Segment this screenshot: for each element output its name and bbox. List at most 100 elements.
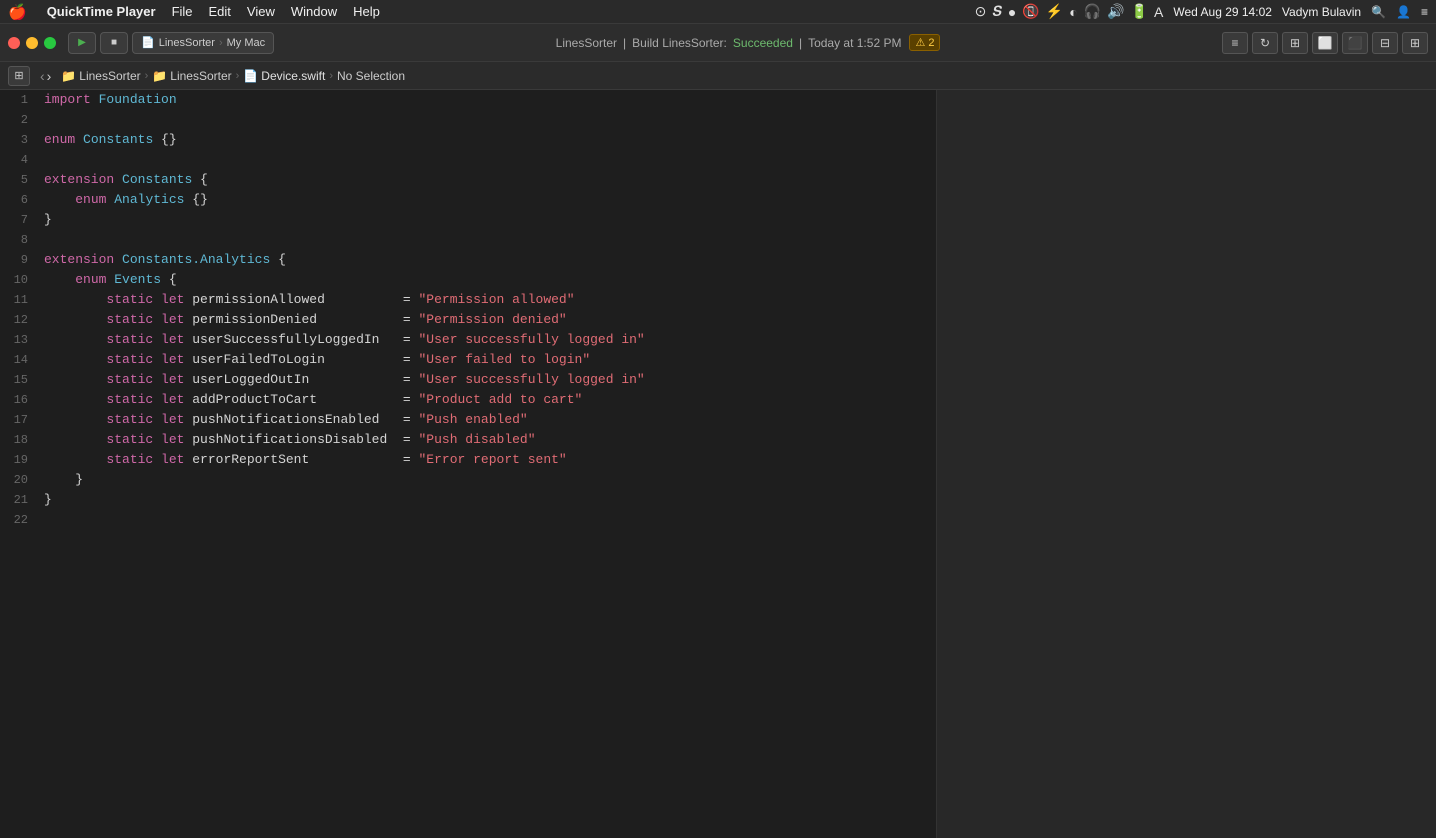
code-token: addProductToCart = (184, 390, 418, 410)
menu-view[interactable]: View (247, 4, 275, 19)
code-token: permissionDenied = (184, 310, 418, 330)
code-token: } (44, 490, 52, 510)
breadcrumb-selection-label: No Selection (337, 69, 405, 83)
code-token (106, 270, 114, 290)
code-token: "Push disabled" (419, 430, 536, 450)
menu-window[interactable]: Window (291, 4, 337, 19)
code-token: Constants.Analytics (122, 250, 270, 270)
line-number: 2 (0, 110, 28, 130)
code-content[interactable]: import Foundation enum Constants {} exte… (36, 90, 936, 838)
canvas-btn[interactable]: ↻ (1252, 32, 1278, 54)
code-token: let (161, 430, 184, 450)
line-view-btn[interactable]: ≡ (1222, 32, 1248, 54)
breadcrumb-item-selection[interactable]: No Selection (337, 69, 405, 83)
split-left-btn[interactable]: ⬜ (1312, 32, 1338, 54)
code-token (44, 290, 106, 310)
code-token (153, 310, 161, 330)
code-token: static (106, 310, 153, 330)
code-token: "Push enabled" (419, 410, 528, 430)
code-token (44, 270, 75, 290)
scheme-name: LinesSorter (159, 37, 215, 49)
code-token: userSuccessfullyLoggedIn = (184, 330, 418, 350)
bolt-icon: ⚡ (1046, 3, 1063, 20)
menu-help[interactable]: Help (353, 4, 380, 19)
code-token (153, 290, 161, 310)
toolbar-center: LinesSorter | Build LinesSorter: Succeed… (278, 34, 1218, 51)
code-token: let (161, 290, 184, 310)
warning-badge[interactable]: ⚠ 2 (909, 34, 940, 51)
build-sep2: | (799, 36, 802, 50)
breadcrumb-item-root[interactable]: 📁 LinesSorter (61, 69, 140, 83)
line-number: 20 (0, 470, 28, 490)
code-token (44, 350, 106, 370)
sidebar-toggle-icon[interactable]: ≡ (1421, 5, 1428, 19)
code-token (44, 390, 106, 410)
build-status: LinesSorter | Build LinesSorter: Succeed… (556, 36, 902, 50)
run-button[interactable]: ▶ (68, 32, 96, 54)
split-right-btn[interactable]: ⬛ (1342, 32, 1368, 54)
close-button[interactable] (8, 37, 20, 49)
line-number: 3 (0, 130, 28, 150)
skype-icon: 𝑺 (992, 3, 1002, 20)
breadcrumb-sep-3: › (329, 70, 333, 82)
add-editor-btn[interactable]: ⊞ (1282, 32, 1308, 54)
code-token (153, 450, 161, 470)
nav-back[interactable]: ‹ (40, 68, 45, 84)
stop-button[interactable]: ■ (100, 32, 128, 54)
code-token: extension (44, 250, 114, 270)
code-token: } (44, 210, 52, 230)
code-line: static let permissionDenied = "Permissio… (44, 310, 936, 330)
menu-file[interactable]: File (172, 4, 193, 19)
phone-icon: 📵 (1022, 3, 1039, 20)
code-token: static (106, 450, 153, 470)
code-line: static let userLoggedOutIn = "User succe… (44, 370, 936, 390)
code-token: let (161, 390, 184, 410)
code-token: let (161, 370, 184, 390)
breadcrumb-path: 📁 LinesSorter › 📁 LinesSorter › 📄 Device… (61, 69, 405, 83)
line-number: 5 (0, 170, 28, 190)
minimize-button[interactable] (26, 37, 38, 49)
device-name: My Mac (227, 37, 266, 49)
breadcrumb-sep-1: › (145, 70, 149, 82)
code-token: {} (153, 130, 176, 150)
code-token: {} (184, 190, 207, 210)
navigator-toggle[interactable]: ⊞ (8, 66, 30, 86)
code-token: import (44, 90, 91, 110)
flux-icon: ◐ (1069, 4, 1077, 20)
right-panel (936, 90, 1436, 838)
code-line (44, 110, 936, 130)
app-name[interactable]: QuickTime Player (47, 4, 156, 19)
line-number: 17 (0, 410, 28, 430)
inspector-btn[interactable]: ⊞ (1402, 32, 1428, 54)
scheme-selector[interactable]: 📄 LinesSorter › My Mac (132, 32, 274, 54)
code-line (44, 150, 936, 170)
breadcrumb-item-project[interactable]: 📁 LinesSorter (152, 69, 231, 83)
menu-edit[interactable]: Edit (209, 4, 231, 19)
code-line: enum Events { (44, 270, 936, 290)
code-token: static (106, 330, 153, 350)
code-token: "Permission allowed" (419, 290, 575, 310)
maximize-button[interactable] (44, 37, 56, 49)
code-token: errorReportSent = (184, 450, 418, 470)
code-token: "Permission denied" (419, 310, 567, 330)
apple-menu[interactable]: 🍎 (8, 3, 27, 21)
scheme-sep: › (219, 37, 223, 49)
warning-count: 2 (928, 37, 934, 49)
build-time: Today at 1:52 PM (808, 36, 901, 50)
split-both-btn[interactable]: ⊟ (1372, 32, 1398, 54)
folder-icon-2: 📁 (152, 69, 167, 83)
code-token: let (161, 330, 184, 350)
code-area[interactable]: 12345678910111213141516171819202122 impo… (0, 90, 936, 838)
code-token: static (106, 370, 153, 390)
search-icon[interactable]: 🔍 (1371, 5, 1386, 19)
code-token (44, 330, 106, 350)
code-token: static (106, 410, 153, 430)
breadcrumb-item-file[interactable]: 📄 Device.swift (243, 69, 325, 83)
line-number: 8 (0, 230, 28, 250)
code-line: static let userFailedToLogin = "User fai… (44, 350, 936, 370)
nav-forward[interactable]: › (47, 68, 52, 84)
code-token (91, 90, 99, 110)
code-token: "User failed to login" (419, 350, 591, 370)
code-line: enum Constants {} (44, 130, 936, 150)
line-numbers: 12345678910111213141516171819202122 (0, 90, 36, 838)
